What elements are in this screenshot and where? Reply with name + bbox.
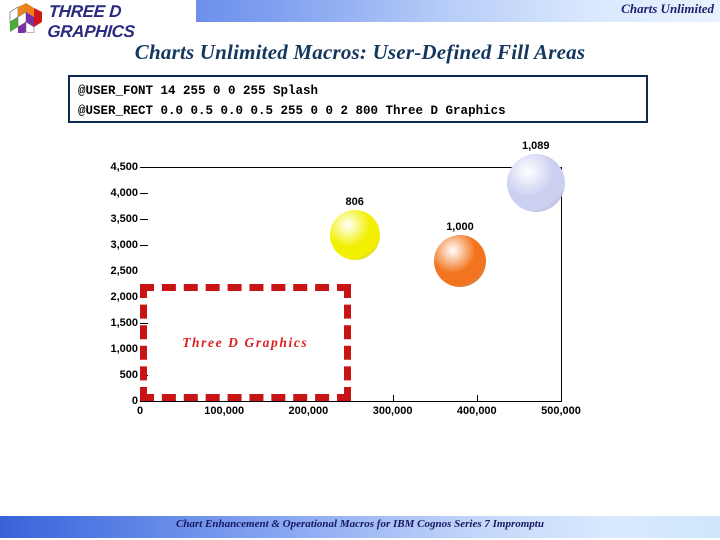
y-tick-label: 3,000 <box>110 239 138 251</box>
bubble-value-label: 1,000 <box>446 220 474 233</box>
bubble-point <box>433 234 486 287</box>
y-tick-label: 4,500 <box>110 161 138 173</box>
y-tick-label: 2,000 <box>110 291 138 303</box>
footer-text: Chart Enhancement & Operational Macros f… <box>176 518 544 530</box>
y-tick-mark <box>140 245 148 246</box>
y-tick-label: 3,500 <box>110 213 138 225</box>
x-axis-line <box>140 401 562 402</box>
x-tick-label: 0 <box>136 405 144 417</box>
bubble-chart: 0 500 1,000 1,500 2,000 2,500 3,000 3,500 4,000 4… <box>0 140 720 430</box>
logo-text: THREE D GRAPHICS <box>46 2 136 41</box>
logo-block: THREE D GRAPHICS <box>0 0 196 41</box>
x-tick-label: 400,000 <box>456 405 497 417</box>
plot-right-border <box>561 167 562 402</box>
user-defined-fill-label: Three D Graphics <box>182 334 309 350</box>
page-title: Charts Unlimited Macros: User-Defined Fi… <box>134 40 586 64</box>
header-right-label: Charts Unlimited <box>621 1 714 16</box>
x-tick-label: 300,000 <box>372 405 413 417</box>
x-tick-label: 100,000 <box>204 405 245 417</box>
three-d-cube-logo-icon <box>9 3 42 33</box>
macro-code-line-2: @USER_RECT 0.0 0.5 0.0 0.5 255 0 0 2 800… <box>78 104 506 118</box>
y-tick-label: 1,000 <box>110 343 138 355</box>
y-tick-mark <box>140 193 148 194</box>
x-tick-mark <box>561 395 562 402</box>
x-tick-label: 200,000 <box>288 405 329 417</box>
plot-top-border <box>140 167 562 168</box>
x-tick-label: 500,000 <box>541 405 581 417</box>
y-tick-label: 1,500 <box>110 317 138 329</box>
bubble-value-label: 1,089 <box>521 139 550 152</box>
bubble-value-label: 806 <box>345 195 364 208</box>
y-tick-mark <box>140 219 148 220</box>
bubble-point <box>329 209 380 260</box>
y-tick-label: 500 <box>119 369 138 381</box>
x-tick-mark <box>392 395 394 402</box>
y-tick-label: 2,500 <box>110 265 138 277</box>
bubble-point <box>506 153 565 212</box>
macro-code-box: @USER_FONT 14 255 0 0 255 Splash @USER_R… <box>68 75 648 123</box>
x-tick-mark <box>476 395 478 402</box>
y-tick-label: 4,000 <box>110 187 138 199</box>
macro-code-line-1: @USER_FONT 14 255 0 0 255 Splash <box>78 84 319 98</box>
